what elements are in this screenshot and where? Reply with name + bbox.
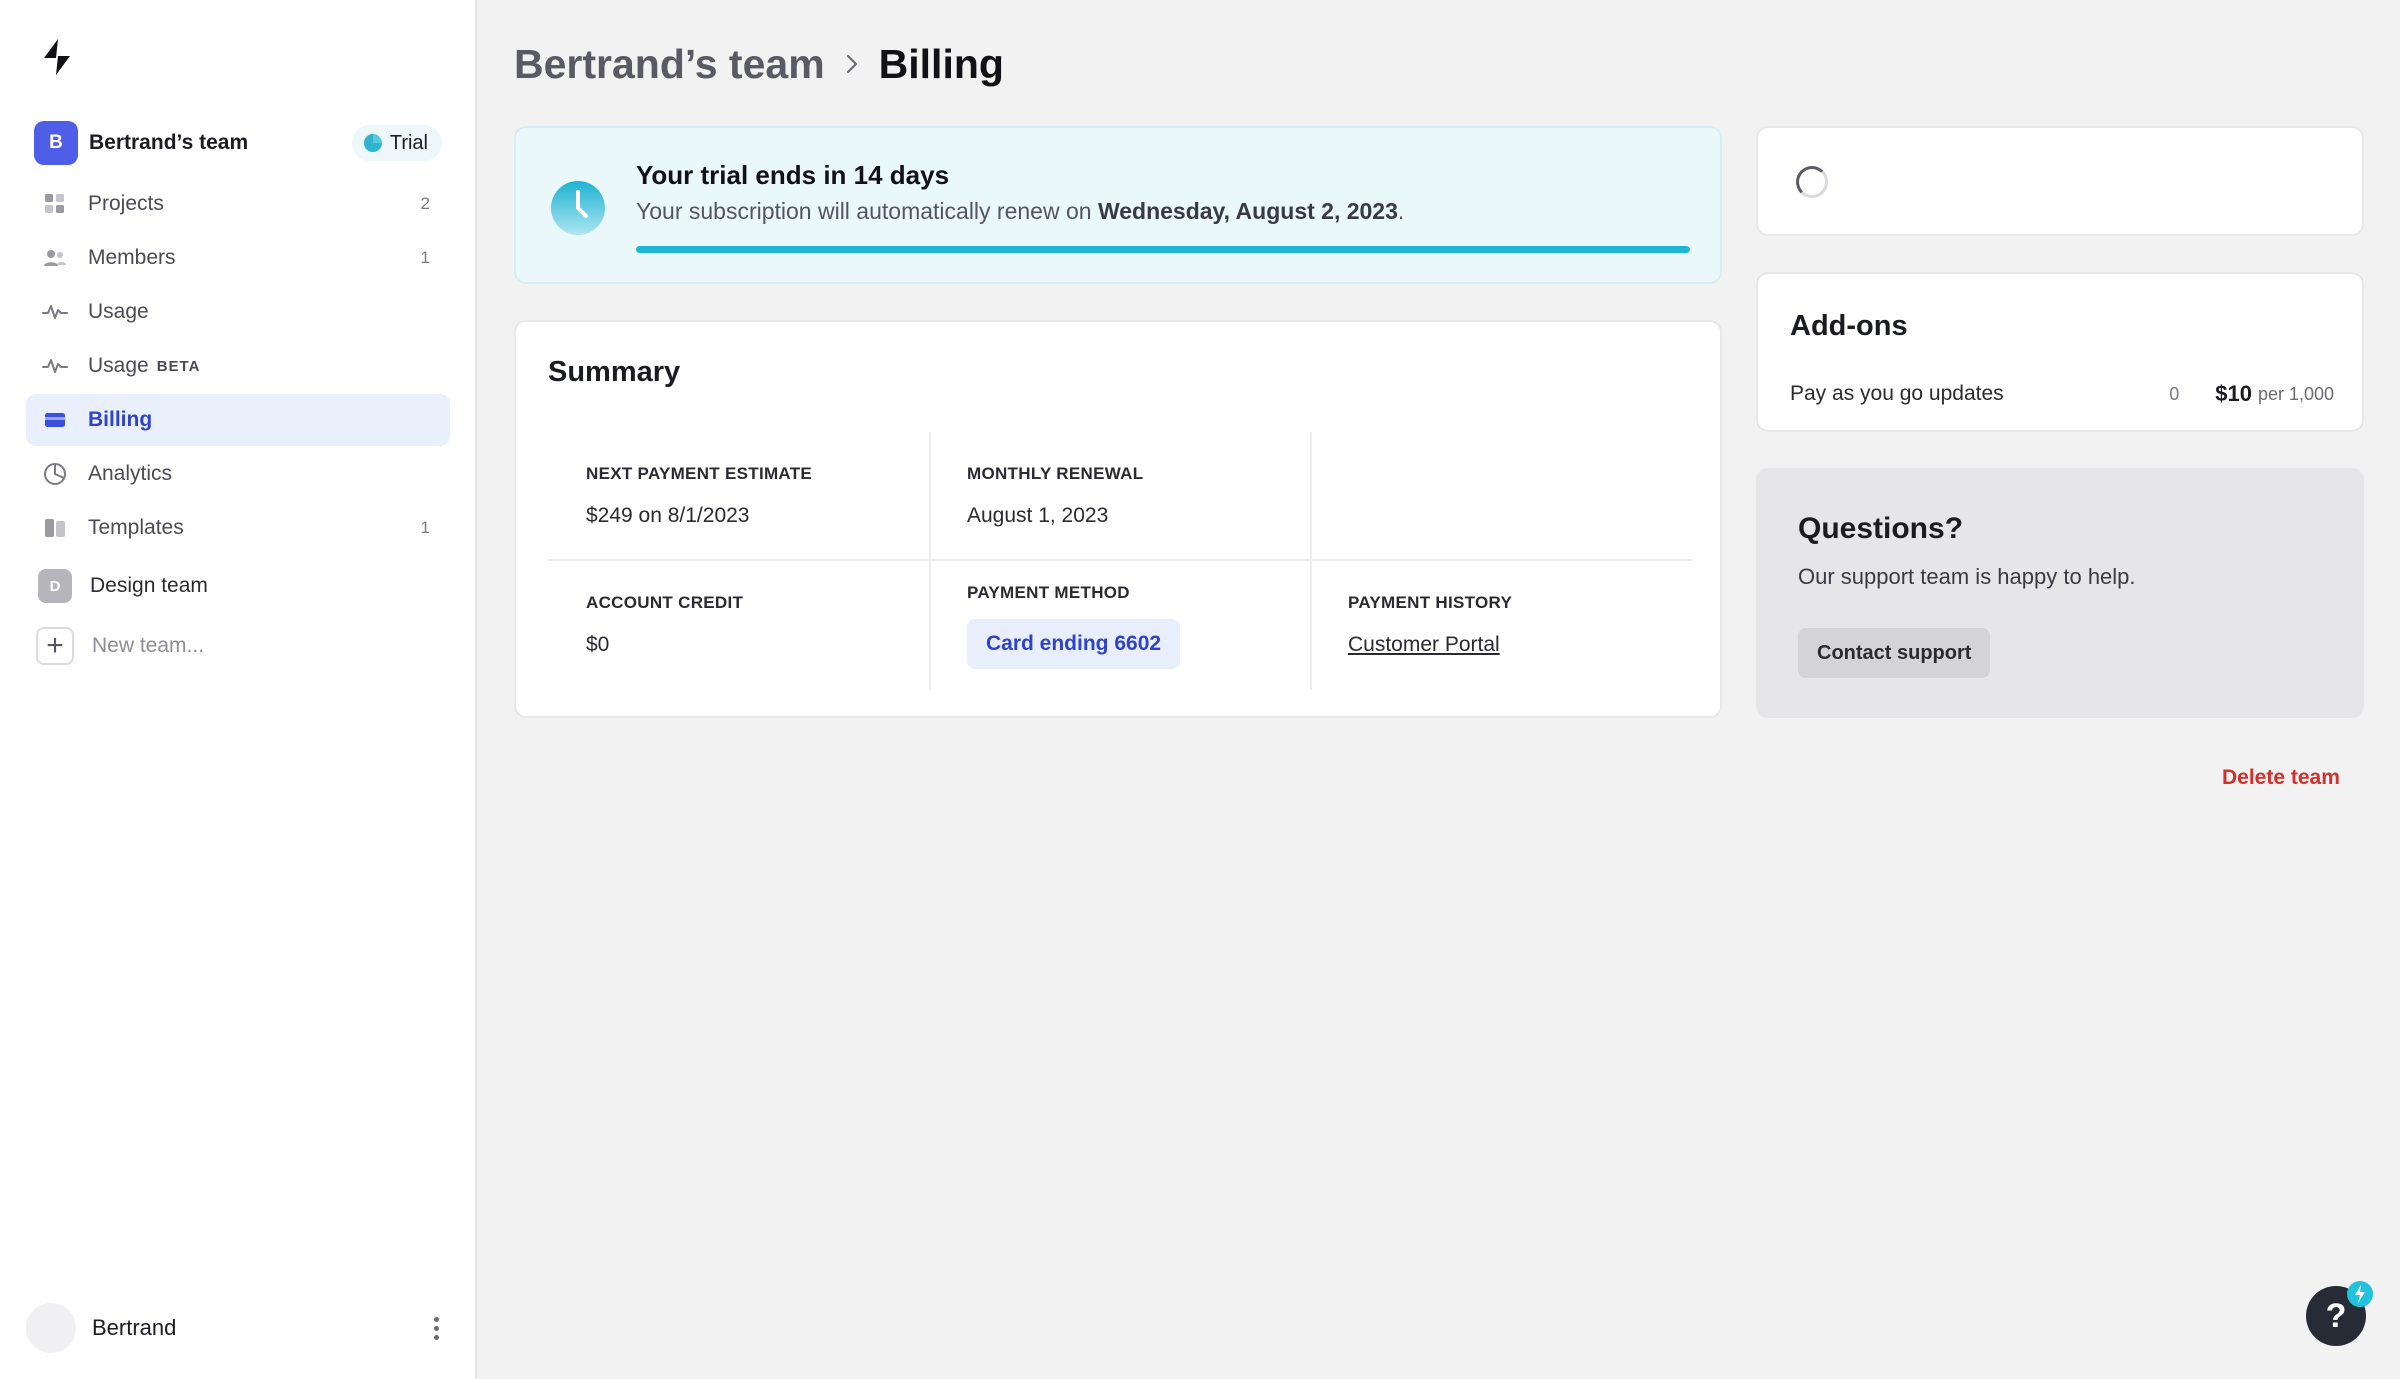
- payment-method-label: PAYMENT METHOD: [967, 583, 1130, 602]
- sidebar-item-label: Projects: [88, 192, 164, 215]
- page-title: Billing: [878, 40, 1004, 87]
- next-payment-value: $249 on 8/1/2023: [586, 504, 750, 527]
- sidebar-item-templates[interactable]: Templates 1: [26, 502, 450, 554]
- delete-team-button[interactable]: Delete team: [2222, 766, 2340, 790]
- sidebar-item-count: 1: [420, 518, 430, 537]
- bolt-badge-icon: [2347, 1281, 2373, 1307]
- sidebar-item-usage-beta[interactable]: Usage BETA: [26, 340, 450, 392]
- templates-icon: [42, 515, 68, 541]
- breadcrumb: Bertrand’s team Billing: [514, 36, 1004, 92]
- credit-card-icon: [42, 407, 68, 433]
- trial-subtitle-prefix: Your subscription will automatically ren…: [636, 198, 1098, 224]
- trial-subtitle-suffix: .: [1397, 198, 1405, 224]
- sidebar-item-label: Members: [88, 246, 176, 269]
- trial-progress-fill: [636, 246, 1690, 253]
- payment-method-cell: PAYMENT METHOD Card ending 6602: [929, 561, 1310, 690]
- account-credit-cell: ACCOUNT CREDIT $0: [548, 561, 929, 690]
- sidebar-item-label: Usage: [88, 354, 149, 377]
- sidebar-item-count: 2: [420, 194, 430, 213]
- trial-title: Your trial ends in 14 days: [636, 160, 950, 190]
- user-name: Bertrand: [92, 1315, 177, 1340]
- sidebar-item-usage[interactable]: Usage: [26, 286, 450, 338]
- trial-badge[interactable]: Trial: [351, 125, 442, 161]
- questions-title: Questions?: [1798, 512, 1964, 545]
- sidebar-item-count: 1: [420, 248, 430, 267]
- sidebar-item-label: Billing: [88, 408, 153, 431]
- next-payment-cell: NEXT PAYMENT ESTIMATE $249 on 8/1/2023: [548, 432, 929, 561]
- trial-banner: Your trial ends in 14 days Your subscrip…: [514, 126, 1722, 284]
- account-credit-value: $0: [586, 633, 610, 656]
- trial-pie-icon: [363, 134, 382, 152]
- addon-name: Pay as you go updates: [1790, 382, 2004, 405]
- payment-history-label: PAYMENT HISTORY: [1348, 593, 1513, 612]
- activity-icon: [42, 353, 68, 379]
- customer-portal-link[interactable]: Customer Portal: [1348, 633, 1500, 657]
- questions-text: Our support team is happy to help.: [1798, 564, 2136, 589]
- team-avatar: D: [38, 569, 72, 603]
- monthly-renewal-value: August 1, 2023: [967, 504, 1109, 527]
- account-credit-label: ACCOUNT CREDIT: [586, 593, 744, 612]
- grid-icon: [42, 191, 68, 217]
- payment-history-cell: PAYMENT HISTORY Customer Portal: [1310, 561, 1691, 690]
- addon-row: Pay as you go updates 0 $10 per 1,000: [1790, 376, 2334, 412]
- avatar: [26, 1303, 76, 1353]
- beta-tag: BETA: [156, 357, 201, 375]
- monthly-renewal-label: MONTHLY RENEWAL: [967, 464, 1144, 483]
- team-name: Bertrand’s team: [89, 131, 249, 154]
- chevron-right-icon: [846, 54, 857, 74]
- renew-date: Wednesday, August 2, 2023: [1097, 198, 1398, 224]
- trial-progress-bar: [636, 246, 1690, 253]
- plan-card-loading: [1756, 126, 2364, 236]
- sidebar: B Bertrand’s team Trial Projects 2 Membe…: [0, 0, 477, 1379]
- team-avatar: B: [34, 121, 78, 165]
- sidebar-item-analytics[interactable]: Analytics: [26, 448, 450, 500]
- clock-icon: [551, 181, 605, 235]
- user-menu[interactable]: Bertrand: [26, 1302, 450, 1354]
- sidebar-team-design[interactable]: D Design team: [26, 560, 450, 612]
- sidebar-item-members[interactable]: Members 1: [26, 232, 450, 284]
- plus-icon: +: [36, 627, 74, 665]
- sidebar-nav: Projects 2 Members 1 Usage Usage BETA Bi…: [26, 178, 450, 672]
- sidebar-item-projects[interactable]: Projects 2: [26, 178, 450, 230]
- summary-title: Summary: [548, 356, 681, 388]
- new-team-button[interactable]: + New team...: [26, 620, 450, 672]
- sidebar-item-label: Templates: [88, 516, 184, 539]
- summary-card: Summary NEXT PAYMENT ESTIMATE $249 on 8/…: [514, 320, 1722, 718]
- trial-badge-label: Trial: [389, 131, 428, 154]
- monthly-renewal-cell: MONTHLY RENEWAL August 1, 2023: [929, 432, 1310, 561]
- addon-price: $10: [2215, 381, 2252, 406]
- team-switcher[interactable]: B Bertrand’s team Trial: [34, 121, 442, 165]
- team-name: Design team: [90, 574, 208, 597]
- summary-grid: NEXT PAYMENT ESTIMATE $249 on 8/1/2023 M…: [548, 432, 1692, 690]
- payment-method-button[interactable]: Card ending 6602: [967, 619, 1181, 669]
- addons-title: Add-ons: [1790, 310, 1908, 342]
- addon-unit: per 1,000: [2257, 383, 2334, 404]
- addon-quantity: 0: [2169, 383, 2180, 404]
- breadcrumb-parent[interactable]: Bertrand’s team: [514, 41, 825, 88]
- trial-subtitle: Your subscription will automatically ren…: [636, 198, 1404, 225]
- sidebar-item-billing[interactable]: Billing: [26, 394, 450, 446]
- users-icon: [42, 245, 68, 271]
- questions-card: Questions? Our support team is happy to …: [1756, 468, 2364, 718]
- activity-icon: [42, 299, 68, 325]
- contact-support-button[interactable]: Contact support: [1798, 628, 1991, 678]
- next-payment-label: NEXT PAYMENT ESTIMATE: [586, 464, 813, 483]
- logo-icon[interactable]: [36, 36, 78, 78]
- new-team-label: New team...: [92, 634, 205, 657]
- more-vertical-icon[interactable]: [432, 1316, 440, 1340]
- sidebar-item-label: Analytics: [88, 462, 173, 485]
- addons-card: Add-ons Pay as you go updates 0 $10 per …: [1756, 272, 2364, 432]
- loading-spinner-icon: [1796, 166, 1828, 198]
- sidebar-item-label: Usage: [88, 300, 149, 323]
- pie-chart-icon: [42, 461, 68, 487]
